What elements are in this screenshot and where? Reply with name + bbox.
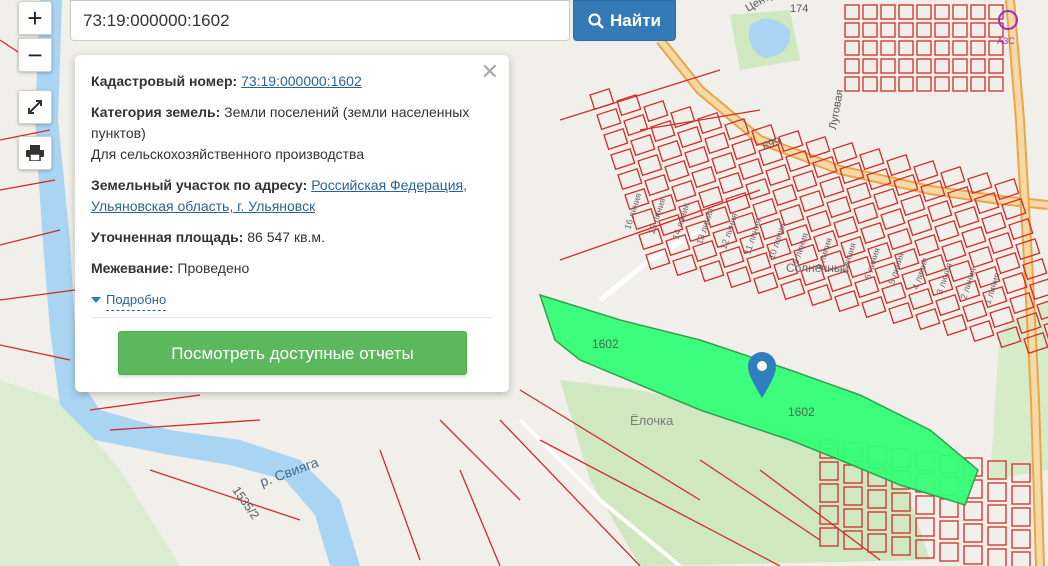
survey-value: Проведено (177, 260, 250, 276)
search-input[interactable] (70, 0, 570, 41)
place-label-elochka: Ёлочка (630, 413, 674, 428)
area-value: 86 547 кв.м. (247, 229, 325, 245)
road-number-label: 174 (790, 3, 808, 15)
cadastral-number-row: Кадастровый номер: 73:19:000000:1602 (91, 71, 493, 92)
zoom-in-button[interactable]: + (18, 1, 52, 35)
print-button[interactable] (18, 136, 52, 170)
parcel-info-popup: ✕ Кадастровый номер: 73:19:000000:1602 К… (75, 55, 509, 392)
view-reports-button[interactable]: Посмотреть доступные отчеты (118, 331, 467, 375)
search-button-label: Найти (610, 10, 661, 30)
parcel-number-label: 1602 (788, 405, 815, 419)
search-button[interactable]: Найти (573, 0, 676, 41)
close-icon[interactable]: ✕ (481, 61, 499, 83)
survey-label: Межевание: (91, 260, 174, 276)
details-link[interactable]: Подробно (106, 289, 167, 311)
details-toggle[interactable]: Подробно (91, 289, 493, 311)
area-row: Уточненная площадь: 86 547 кв.м. (91, 227, 493, 248)
print-icon (26, 145, 44, 161)
land-use-value: Для сельскохозяйственного производства (91, 146, 365, 162)
fullscreen-icon (28, 100, 42, 114)
caret-down-icon (91, 297, 101, 303)
address-label: Земельный участок по адресу: (91, 177, 308, 193)
fuel-station-label: АЗС (997, 36, 1015, 46)
zoom-out-button[interactable]: − (18, 38, 52, 72)
survey-row: Межевание: Проведено (91, 258, 493, 279)
address-row: Земельный участок по адресу: Российская … (91, 175, 493, 217)
land-category-label: Категория земель: (91, 104, 221, 120)
area-label: Уточненная площадь: (91, 229, 244, 245)
fullscreen-button[interactable] (18, 90, 52, 124)
parcel-number-label: 1602 (592, 337, 619, 351)
land-category-row: Категория земель: Земли поселений (земли… (91, 102, 493, 165)
cadastral-number-link[interactable]: 73:19:000000:1602 (241, 73, 362, 89)
search-icon (588, 12, 604, 29)
cadastral-number-label: Кадастровый номер: (91, 73, 238, 89)
popup-divider (91, 317, 493, 318)
